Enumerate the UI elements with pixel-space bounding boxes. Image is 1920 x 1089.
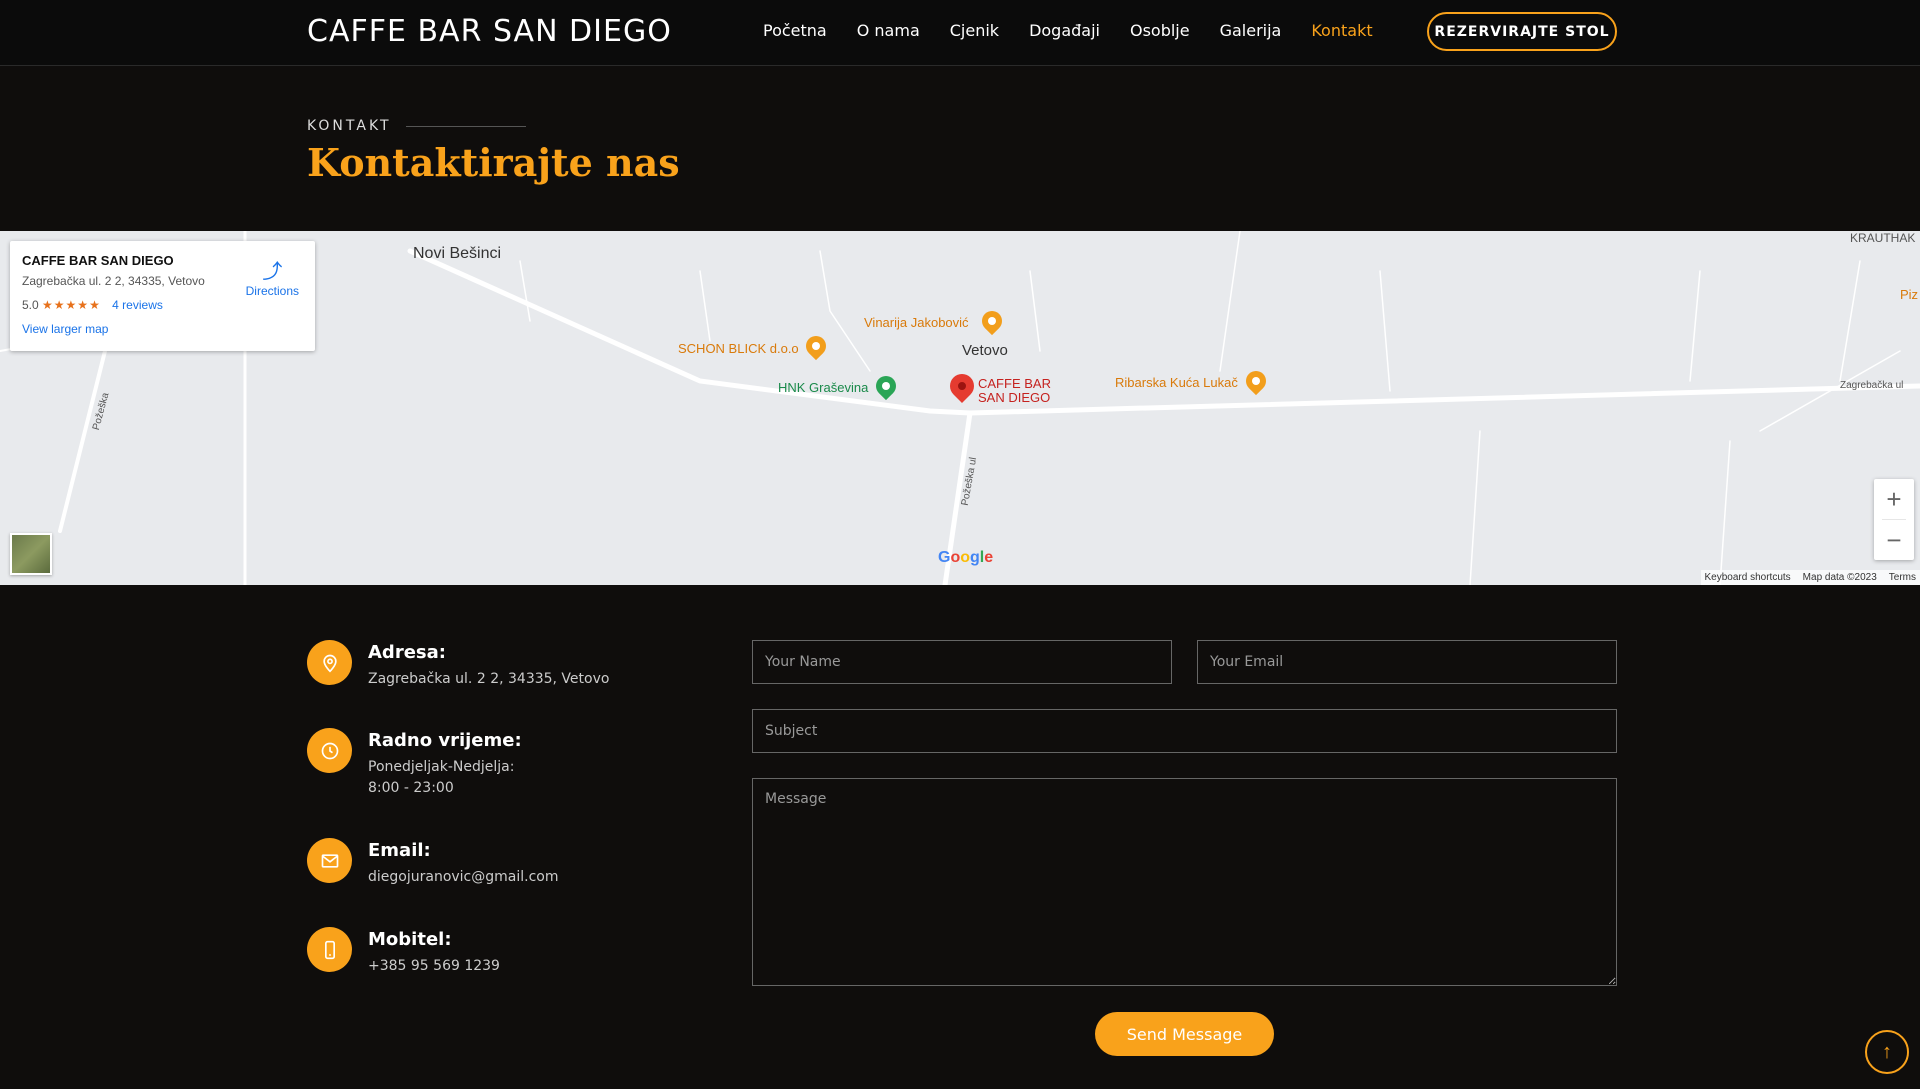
contact-hours: Radno vrijeme: Ponedjeljak-Nedjelja: 8:0… — [307, 728, 522, 799]
map-footer: Keyboard shortcuts Map data ©2023 Terms — [1700, 570, 1920, 585]
nav-item-cjenik[interactable]: Cjenik — [950, 21, 999, 40]
map-label-krauthak: KRAUTHAK — [1850, 231, 1916, 245]
nav-item-kontakt[interactable]: Kontakt — [1311, 21, 1372, 40]
zoom-out-button[interactable]: − — [1874, 520, 1914, 560]
email-title: Email: — [368, 840, 431, 861]
zoom-in-button[interactable]: + — [1874, 479, 1914, 519]
site-header: CAFFE BAR SAN DIEGO Početna O nama Cjeni… — [0, 0, 1920, 66]
arrow-up-icon: ↑ — [1882, 1040, 1892, 1063]
satellite-toggle-button[interactable] — [10, 533, 52, 575]
reviews-link[interactable]: 4 reviews — [112, 298, 163, 312]
map-label-vinarija[interactable]: Vinarija Jakobović — [864, 315, 969, 330]
email-text[interactable]: diegojuranovic@gmail.com — [368, 867, 558, 888]
map-label-hnk-grasevina[interactable]: HNK Graševina — [778, 380, 868, 395]
hours-days: Ponedjeljak-Nedjelja: — [368, 759, 515, 775]
place-rating: 5.0 ★★★★★ 4 reviews — [22, 298, 303, 312]
contact-email: Email: diegojuranovic@gmail.com — [307, 838, 558, 888]
hours-time: 8:00 - 23:00 — [368, 780, 454, 796]
main-nav: Početna O nama Cjenik Događaji Osoblje G… — [763, 21, 1403, 40]
map-label-zagrebacka: Zagrebačka ul — [1840, 380, 1904, 391]
hours-text: Ponedjeljak-Nedjelja: 8:00 - 23:00 — [368, 757, 522, 799]
google-logo: Google — [938, 549, 994, 566]
envelope-icon — [307, 838, 352, 883]
mobile-phone-icon — [307, 927, 352, 972]
subject-input[interactable] — [752, 709, 1617, 753]
zoom-controls: + − — [1874, 479, 1914, 560]
place-info-card: CAFFE BAR SAN DIEGO Zagrebačka ul. 2 2, … — [10, 241, 315, 351]
phone-title: Mobitel: — [368, 929, 452, 950]
map-label-piz: Piz — [1900, 287, 1919, 302]
map-label-caffe-line2: SAN DIEGO — [978, 390, 1051, 405]
rating-value: 5.0 — [22, 298, 39, 312]
map-label-schon-blick[interactable]: SCHON BLICK d.o.o — [678, 341, 799, 356]
section-label-text: KONTAKT — [307, 118, 392, 134]
rating-stars-icon: ★★★★★ — [42, 298, 101, 312]
page-title: Kontaktirajte nas — [307, 140, 680, 185]
nav-item-pocetna[interactable]: Početna — [763, 21, 827, 40]
scroll-to-top-button[interactable]: ↑ — [1865, 1030, 1909, 1074]
contact-address: Adresa: Zagrebačka ul. 2 2, 34335, Vetov… — [307, 640, 609, 690]
nav-item-osoblje[interactable]: Osoblje — [1130, 21, 1190, 40]
map-label-vetovo: Vetovo — [962, 342, 1008, 359]
map-label-ribarska[interactable]: Ribarska Kuća Lukač — [1115, 375, 1238, 390]
name-input[interactable] — [752, 640, 1172, 684]
site-logo[interactable]: CAFFE BAR SAN DIEGO — [307, 14, 672, 49]
terms-link[interactable]: Terms — [1889, 572, 1916, 583]
phone-text[interactable]: +385 95 569 1239 — [368, 956, 500, 977]
send-message-button[interactable]: Send Message — [1095, 1012, 1274, 1056]
map-label-caffe-bar[interactable]: CAFFE BAR SAN DIEGO — [978, 377, 1051, 405]
nav-item-galerija[interactable]: Galerija — [1220, 21, 1282, 40]
map-label-caffe-line1: CAFFE BAR — [978, 376, 1051, 391]
contact-phone: Mobitel: +385 95 569 1239 — [307, 927, 500, 977]
map-data-text: Map data ©2023 — [1802, 572, 1877, 583]
reserve-table-button[interactable]: REZERVIRAJTE STOL — [1427, 12, 1617, 51]
address-title: Adresa: — [368, 642, 446, 663]
map-label-novi-besinci: Novi Bešinci — [413, 245, 502, 262]
message-textarea[interactable] — [752, 778, 1617, 986]
view-larger-map-link[interactable]: View larger map — [22, 322, 303, 336]
email-input[interactable] — [1197, 640, 1617, 684]
location-icon — [307, 640, 352, 685]
directions-button[interactable]: ⤴ Directions — [246, 255, 299, 298]
nav-item-o-nama[interactable]: O nama — [857, 21, 920, 40]
google-map[interactable]: Novi Bešinci Vetovo Vinarija Jakobović S… — [0, 231, 1920, 585]
hours-title: Radno vrijeme: — [368, 730, 522, 751]
clock-icon — [307, 728, 352, 773]
section-label: KONTAKT — [307, 118, 526, 134]
keyboard-shortcuts-link[interactable]: Keyboard shortcuts — [1705, 572, 1791, 583]
nav-item-dogadaji[interactable]: Događaji — [1029, 21, 1100, 40]
section-label-divider — [405, 125, 526, 127]
address-text: Zagrebačka ul. 2 2, 34335, Vetovo — [368, 671, 610, 687]
directions-icon: ⤴ — [262, 261, 283, 283]
directions-label: Directions — [245, 284, 299, 298]
